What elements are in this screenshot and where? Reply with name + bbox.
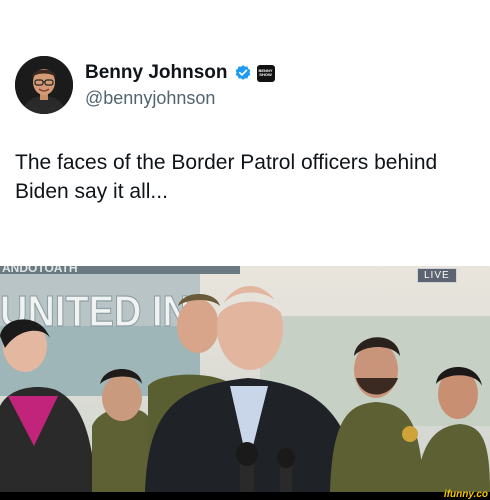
affiliation-badge-icon[interactable]: BENNY SHOW (256, 64, 275, 82)
backdrop-text-top: ANDOTOATH (2, 266, 78, 275)
press-conference-photo: ANDOTOATH UNITED IN (0, 266, 490, 492)
tweet-header: Benny Johnson BENNY SHOW @bennyjohnson (0, 0, 490, 120)
author-name-row: Benny Johnson BENNY SHOW (85, 62, 275, 84)
tweet-text: The faces of the Border Patrol officers … (15, 151, 438, 203)
footer-bar (0, 492, 490, 500)
author-avatar[interactable] (15, 56, 73, 114)
affiliation-badge-text: BENNY SHOW (258, 68, 273, 77)
live-badge: LIVE (417, 268, 457, 283)
verified-badge-icon (235, 65, 250, 80)
author-handle[interactable]: @bennyjohnson (85, 88, 215, 109)
author-name[interactable]: Benny Johnson (85, 62, 228, 84)
avatar-portrait-icon (15, 56, 73, 114)
tweet-media-image[interactable]: ANDOTOATH UNITED IN (0, 266, 490, 492)
ifunny-watermark: ifunny.co (443, 489, 488, 500)
